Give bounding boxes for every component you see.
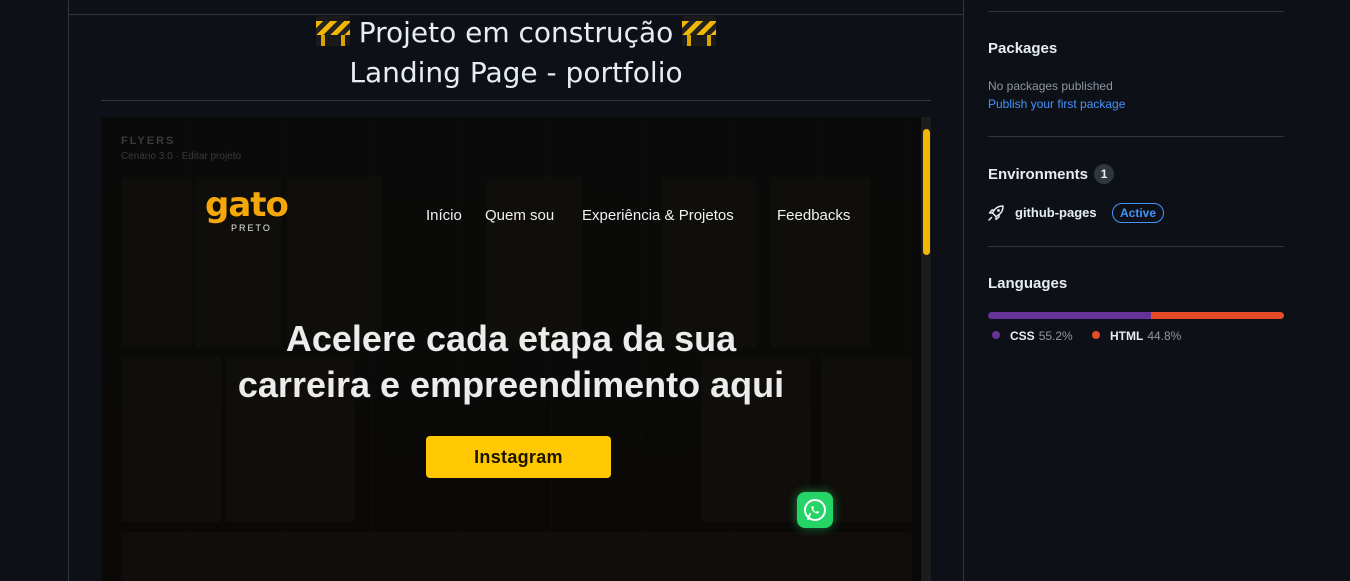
logo-sub-text: PRETO — [231, 223, 272, 233]
hero-headline-line2: carreira e empreendimento aqui — [237, 364, 785, 405]
sidebar-divider — [988, 11, 1284, 12]
language-name-css: CSS — [1010, 329, 1035, 343]
preview-scrollbar-thumb — [923, 129, 930, 255]
environment-status-badge: Active — [1112, 203, 1165, 223]
readme-heading-divider — [101, 100, 931, 101]
nav-link-quem-sou: Quem sou — [485, 207, 555, 224]
sidebar-divider — [988, 246, 1284, 247]
environments-count-badge: 1 — [1094, 164, 1115, 184]
language-percent-html: 44.8% — [1147, 329, 1182, 343]
nav-link-feedbacks: Feedbacks — [777, 207, 851, 224]
gato-preto-logo: gato PRETO — [193, 185, 293, 245]
language-bar-segment-html — [1151, 312, 1284, 319]
language-bar-segment-css — [988, 312, 1152, 319]
nav-link-experiencia: Experiência & Projetos — [582, 207, 734, 224]
nav-link-inicio: Início — [426, 207, 462, 224]
rocket-icon — [987, 204, 1005, 222]
language-name-html: HTML — [1110, 329, 1144, 343]
languages-heading: Languages — [988, 275, 1068, 292]
construction-barrier-icon — [315, 16, 350, 46]
environments-heading-label: Environments — [988, 166, 1089, 183]
instagram-button: Instagram — [426, 436, 611, 478]
environment-github-pages-link[interactable]: github-pages — [1015, 205, 1097, 220]
logo-main-text: gato — [205, 185, 289, 225]
language-percent-css: 55.2% — [1038, 329, 1073, 343]
hero-headline-line1: Acelere cada etapa da sua — [285, 318, 737, 359]
language-dot-html — [1092, 331, 1100, 339]
whatsapp-icon — [797, 492, 833, 528]
packages-heading[interactable]: Packages — [988, 40, 1057, 57]
language-dot-css — [992, 331, 1000, 339]
language-item-html[interactable]: HTML 44.8% — [1092, 329, 1181, 343]
readme-subtitle: Landing Page - portfolio — [349, 56, 683, 89]
packages-empty-text: No packages published — [988, 79, 1113, 93]
readme-title-line1: Projeto em construção — [101, 14, 931, 52]
preview-scrollbar-track — [921, 117, 931, 581]
sidebar-divider — [988, 136, 1284, 137]
publish-package-link[interactable]: Publish your first package — [988, 97, 1125, 111]
readme-title-text: Projeto em construção — [358, 16, 674, 49]
environments-heading[interactable]: Environments 1 — [988, 164, 1115, 184]
flyers-subheading: Cenário 3.0 · Editar projeto — [121, 151, 242, 162]
languages-bar — [988, 312, 1284, 319]
flyers-heading: FLYERS — [121, 135, 176, 147]
language-item-css[interactable]: CSS 55.2% — [992, 329, 1073, 343]
landing-page-preview-image: FLYERS Cenário 3.0 · Editar projeto gato… — [101, 117, 931, 581]
construction-barrier-icon — [682, 16, 717, 46]
